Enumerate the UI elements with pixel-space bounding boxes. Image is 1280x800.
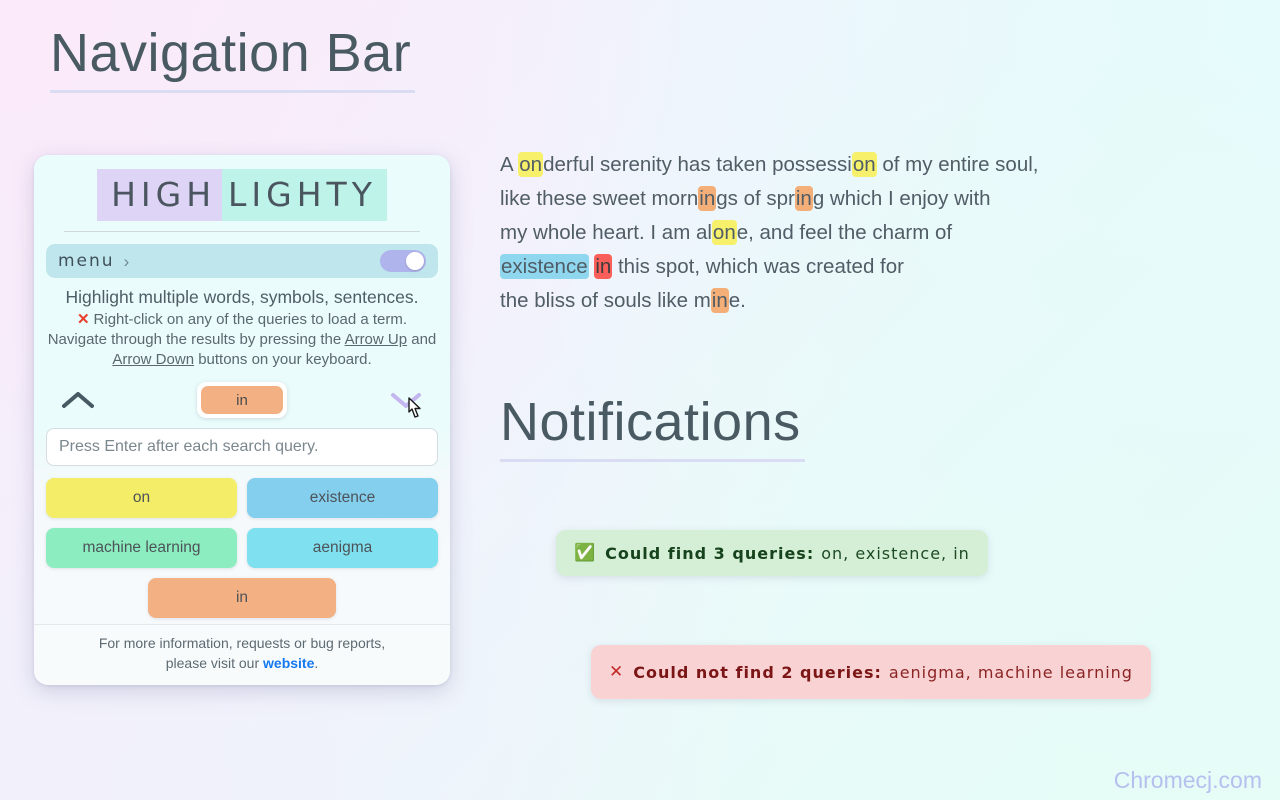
toast-success-title: Could find 3 queries:	[605, 543, 815, 563]
logo-text-lighty: LIGHTY	[222, 169, 387, 221]
search-input[interactable]	[46, 428, 438, 466]
highlight-blue: existence	[500, 254, 589, 279]
page-title-navigation-bar: Navigation Bar	[50, 22, 416, 93]
x-mark-icon: ✕	[76, 311, 90, 328]
footer-line-2: please visit our website.	[44, 653, 440, 673]
popup-footer: For more information, requests or bug re…	[34, 624, 450, 685]
sample-paragraph: A onderful serenity has taken possession…	[500, 148, 1220, 318]
paragraph-text: the bliss of souls like m	[500, 289, 711, 312]
site-watermark: Chromecj.com	[1113, 767, 1262, 793]
paragraph-text: of my entire soul,	[876, 153, 1039, 176]
hint-line-1: ✕ Right-click on any of the queries to lo…	[40, 310, 444, 330]
tagline-text: Highlight multiple words, symbols, sente…	[65, 287, 419, 307]
paragraph-text: derful serenity has taken possessi	[543, 153, 852, 176]
query-chip[interactable]: in	[148, 578, 336, 618]
hint-line-1-text: Right-click on any of the queries to loa…	[93, 311, 408, 328]
header-divider	[64, 231, 420, 232]
paragraph-text: my whole heart. I am al	[500, 221, 712, 244]
cross-mark-icon: ✕	[609, 661, 624, 682]
logo-text-high: HIGH	[97, 169, 223, 221]
page-title-notifications: Notifications	[500, 391, 805, 462]
highlight-orange: in	[710, 288, 729, 313]
highlighty-logo: HIGH LIGHTY	[97, 169, 387, 221]
highlight-red: in	[594, 254, 613, 279]
footer-line-2-post: .	[314, 655, 319, 671]
toast-error: ✕ Could not find 2 queries: aenigma, mac…	[591, 645, 1151, 699]
highlight-orange: in	[794, 186, 813, 211]
toast-success: ✅ Could find 3 queries: on, existence, i…	[556, 530, 988, 576]
toast-error-items: aenigma, machine learning	[888, 662, 1133, 682]
paragraph-text: like these sweet morn	[500, 187, 699, 210]
footer-line-2-pre: please visit our	[165, 655, 264, 671]
paragraph-text: A	[500, 153, 519, 176]
current-term-chip-wrapper: in	[197, 382, 287, 418]
paragraph-text: e.	[728, 289, 746, 312]
current-term-chip[interactable]: in	[201, 386, 283, 414]
search-container	[34, 422, 450, 466]
query-chip-list: on existence machine learning aenigma in	[34, 466, 450, 624]
enable-toggle-switch[interactable]	[380, 250, 426, 272]
hint-text-block: ✕ Right-click on any of the queries to lo…	[34, 310, 450, 370]
chevron-up-icon[interactable]	[58, 387, 98, 413]
website-link[interactable]: website	[263, 655, 314, 671]
toast-success-items: on, existence, in	[821, 543, 970, 563]
highlighty-popup-panel: HIGH LIGHTY menu › Highlight multiple wor…	[34, 155, 450, 685]
arrow-down-link: Arrow Down	[112, 351, 195, 368]
query-chip[interactable]: aenigma	[247, 528, 438, 568]
highlight-orange: in	[698, 186, 717, 211]
paragraph-text: e, and feel the charm of	[736, 221, 953, 244]
menu-label: menu	[58, 251, 115, 271]
highlight-yellow: on	[711, 220, 737, 245]
chevron-right-icon[interactable]: ›	[124, 253, 130, 270]
paragraph-text: this spot, which was created for	[612, 255, 904, 278]
logo-container: HIGH LIGHTY	[34, 155, 450, 221]
arrow-up-link: Arrow Up	[344, 331, 408, 348]
chevron-down-icon[interactable]	[386, 387, 426, 413]
hint-line-2-mid: and	[407, 331, 437, 348]
highlight-yellow: on	[518, 152, 544, 177]
paragraph-text: g which I enjoy with	[812, 187, 991, 210]
query-chip[interactable]: existence	[247, 478, 438, 518]
menu-bar[interactable]: menu ›	[46, 244, 438, 278]
query-chip[interactable]: machine learning	[46, 528, 237, 568]
hint-line-2-pre: Navigate through the results by pressing…	[47, 331, 345, 348]
query-chip[interactable]: on	[46, 478, 237, 518]
paragraph-text: gs of spr	[716, 187, 795, 210]
footer-line-1: For more information, requests or bug re…	[98, 635, 386, 651]
toast-error-title: Could not find 2 queries:	[633, 662, 882, 682]
check-mark-icon: ✅	[574, 542, 596, 563]
hint-line-2: Navigate through the results by pressing…	[40, 330, 444, 370]
popup-body: HIGH LIGHTY menu › Highlight multiple wor…	[34, 155, 450, 624]
highlight-yellow: on	[851, 152, 877, 177]
hint-line-2-post: buttons on your keyboard.	[194, 351, 372, 368]
toggle-knob	[406, 252, 424, 270]
result-navigation-row: in	[34, 370, 450, 422]
